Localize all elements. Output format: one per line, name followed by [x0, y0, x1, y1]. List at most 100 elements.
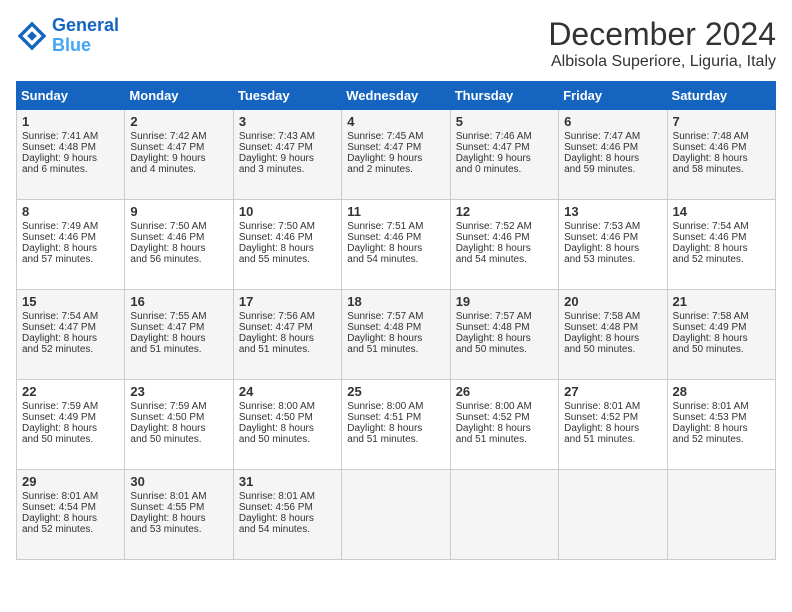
cell-info-line: and 52 minutes. — [22, 524, 119, 535]
calendar-cell: 15Sunrise: 7:54 AMSunset: 4:47 PMDayligh… — [17, 290, 125, 380]
cell-info-line: Daylight: 8 hours — [564, 243, 661, 254]
logo: General Blue — [16, 16, 119, 56]
day-number: 31 — [239, 474, 336, 489]
cell-info-line: Sunset: 4:49 PM — [22, 412, 119, 423]
cell-info-line: Daylight: 8 hours — [347, 243, 444, 254]
cell-info-line: and 2 minutes. — [347, 164, 444, 175]
day-number: 1 — [22, 114, 119, 129]
cell-info-line: and 52 minutes. — [673, 434, 770, 445]
cell-info-line: and 52 minutes. — [673, 254, 770, 265]
cell-info-line: Sunset: 4:47 PM — [130, 322, 227, 333]
cell-info-line: Sunrise: 7:50 AM — [239, 221, 336, 232]
cell-info-line: Daylight: 8 hours — [673, 243, 770, 254]
cell-info-line: Daylight: 9 hours — [130, 153, 227, 164]
cell-info-line: Sunset: 4:54 PM — [22, 502, 119, 513]
cell-info-line: Sunset: 4:53 PM — [673, 412, 770, 423]
day-number: 8 — [22, 204, 119, 219]
cell-info-line: Sunrise: 7:56 AM — [239, 311, 336, 322]
logo-icon — [16, 20, 48, 52]
cell-info-line: Daylight: 9 hours — [22, 153, 119, 164]
cell-info-line: Daylight: 9 hours — [347, 153, 444, 164]
calendar-cell: 21 Sunrise: 7:58 AMSunset: 4:49 PMDayligh… — [667, 290, 775, 380]
calendar-cell — [342, 470, 450, 560]
cell-info-line: Sunrise: 7:48 AM — [673, 131, 770, 142]
cell-info-line: and 54 minutes. — [347, 254, 444, 265]
calendar-cell: 10Sunrise: 7:50 AMSunset: 4:46 PMDayligh… — [233, 200, 341, 290]
cell-info-line: Daylight: 8 hours — [130, 513, 227, 524]
cell-info-line: and 50 minutes. — [456, 344, 553, 355]
day-number: 26 — [456, 384, 553, 399]
cell-info-line: Sunrise: 7:41 AM — [22, 131, 119, 142]
calendar-cell: 22Sunrise: 7:59 AMSunset: 4:49 PMDayligh… — [17, 380, 125, 470]
cell-info-line: Sunset: 4:50 PM — [130, 412, 227, 423]
calendar-cell: 24Sunrise: 8:00 AMSunset: 4:50 PMDayligh… — [233, 380, 341, 470]
calendar-cell: 18Sunrise: 7:57 AMSunset: 4:48 PMDayligh… — [342, 290, 450, 380]
day-number: 21 — [673, 294, 770, 309]
cell-info-line: Sunset: 4:47 PM — [22, 322, 119, 333]
cell-info-line: and 59 minutes. — [564, 164, 661, 175]
cell-info-line: Sunrise: 7:55 AM — [130, 311, 227, 322]
day-header-sunday: Sunday — [17, 82, 125, 110]
location-subtitle: Albisola Superiore, Liguria, Italy — [548, 53, 776, 71]
calendar-cell: 28Sunrise: 8:01 AMSunset: 4:53 PMDayligh… — [667, 380, 775, 470]
cell-info-line: Daylight: 8 hours — [347, 423, 444, 434]
cell-info-line: and 51 minutes. — [347, 434, 444, 445]
day-number: 15 — [22, 294, 119, 309]
day-number: 22 — [22, 384, 119, 399]
day-header-saturday: Saturday — [667, 82, 775, 110]
cell-info-line: Daylight: 8 hours — [673, 333, 770, 344]
cell-info-line: Daylight: 8 hours — [239, 333, 336, 344]
cell-info-line: Sunset: 4:46 PM — [673, 232, 770, 243]
day-header-monday: Monday — [125, 82, 233, 110]
cell-info-line: Daylight: 8 hours — [130, 423, 227, 434]
calendar-cell: 19Sunrise: 7:57 AMSunset: 4:48 PMDayligh… — [450, 290, 558, 380]
cell-info-line: Daylight: 8 hours — [22, 243, 119, 254]
cell-info-line: Sunset: 4:49 PM — [673, 322, 770, 333]
cell-info-line: Sunrise: 7:42 AM — [130, 131, 227, 142]
day-number: 6 — [564, 114, 661, 129]
cell-info-line: Sunset: 4:47 PM — [130, 142, 227, 153]
cell-info-line: Sunrise: 7:59 AM — [22, 401, 119, 412]
cell-info-line: Sunrise: 8:00 AM — [347, 401, 444, 412]
cell-info-line: Sunset: 4:46 PM — [130, 232, 227, 243]
calendar-cell: 6Sunrise: 7:47 AMSunset: 4:46 PMDaylight… — [559, 110, 667, 200]
cell-info-line: Sunrise: 7:46 AM — [456, 131, 553, 142]
cell-info-line: Daylight: 8 hours — [347, 333, 444, 344]
cell-info-line: Sunset: 4:48 PM — [347, 322, 444, 333]
cell-info-line: Daylight: 8 hours — [673, 153, 770, 164]
cell-info-line: Daylight: 8 hours — [564, 423, 661, 434]
cell-info-line: and 50 minutes. — [564, 344, 661, 355]
calendar-cell: 4Sunrise: 7:45 AMSunset: 4:47 PMDaylight… — [342, 110, 450, 200]
cell-info-line: Sunrise: 8:01 AM — [22, 491, 119, 502]
day-number: 23 — [130, 384, 227, 399]
cell-info-line: Sunrise: 7:58 AM — [673, 311, 770, 322]
calendar-cell: 16Sunrise: 7:55 AMSunset: 4:47 PMDayligh… — [125, 290, 233, 380]
cell-info-line: Sunset: 4:51 PM — [347, 412, 444, 423]
cell-info-line: and 55 minutes. — [239, 254, 336, 265]
calendar-cell: 25Sunrise: 8:00 AMSunset: 4:51 PMDayligh… — [342, 380, 450, 470]
calendar-cell: 11Sunrise: 7:51 AMSunset: 4:46 PMDayligh… — [342, 200, 450, 290]
cell-info-line: Sunset: 4:47 PM — [239, 142, 336, 153]
page-header: General Blue December 2024 Albisola Supe… — [16, 16, 776, 71]
day-number: 16 — [130, 294, 227, 309]
cell-info-line: and 4 minutes. — [130, 164, 227, 175]
cell-info-line: Daylight: 8 hours — [456, 333, 553, 344]
cell-info-line: Sunrise: 7:50 AM — [130, 221, 227, 232]
day-header-friday: Friday — [559, 82, 667, 110]
day-header-wednesday: Wednesday — [342, 82, 450, 110]
day-number: 9 — [130, 204, 227, 219]
day-number: 19 — [456, 294, 553, 309]
cell-info-line: and 51 minutes. — [130, 344, 227, 355]
calendar-cell: 12Sunrise: 7:52 AMSunset: 4:46 PMDayligh… — [450, 200, 558, 290]
cell-info-line: and 51 minutes. — [456, 434, 553, 445]
calendar-cell: 26Sunrise: 8:00 AMSunset: 4:52 PMDayligh… — [450, 380, 558, 470]
cell-info-line: Sunset: 4:46 PM — [673, 142, 770, 153]
day-number: 3 — [239, 114, 336, 129]
cell-info-line: Sunset: 4:50 PM — [239, 412, 336, 423]
cell-info-line: Sunset: 4:47 PM — [347, 142, 444, 153]
cell-info-line: Sunset: 4:55 PM — [130, 502, 227, 513]
cell-info-line: and 50 minutes. — [130, 434, 227, 445]
cell-info-line: and 50 minutes. — [22, 434, 119, 445]
day-number: 18 — [347, 294, 444, 309]
cell-info-line: Sunset: 4:46 PM — [347, 232, 444, 243]
